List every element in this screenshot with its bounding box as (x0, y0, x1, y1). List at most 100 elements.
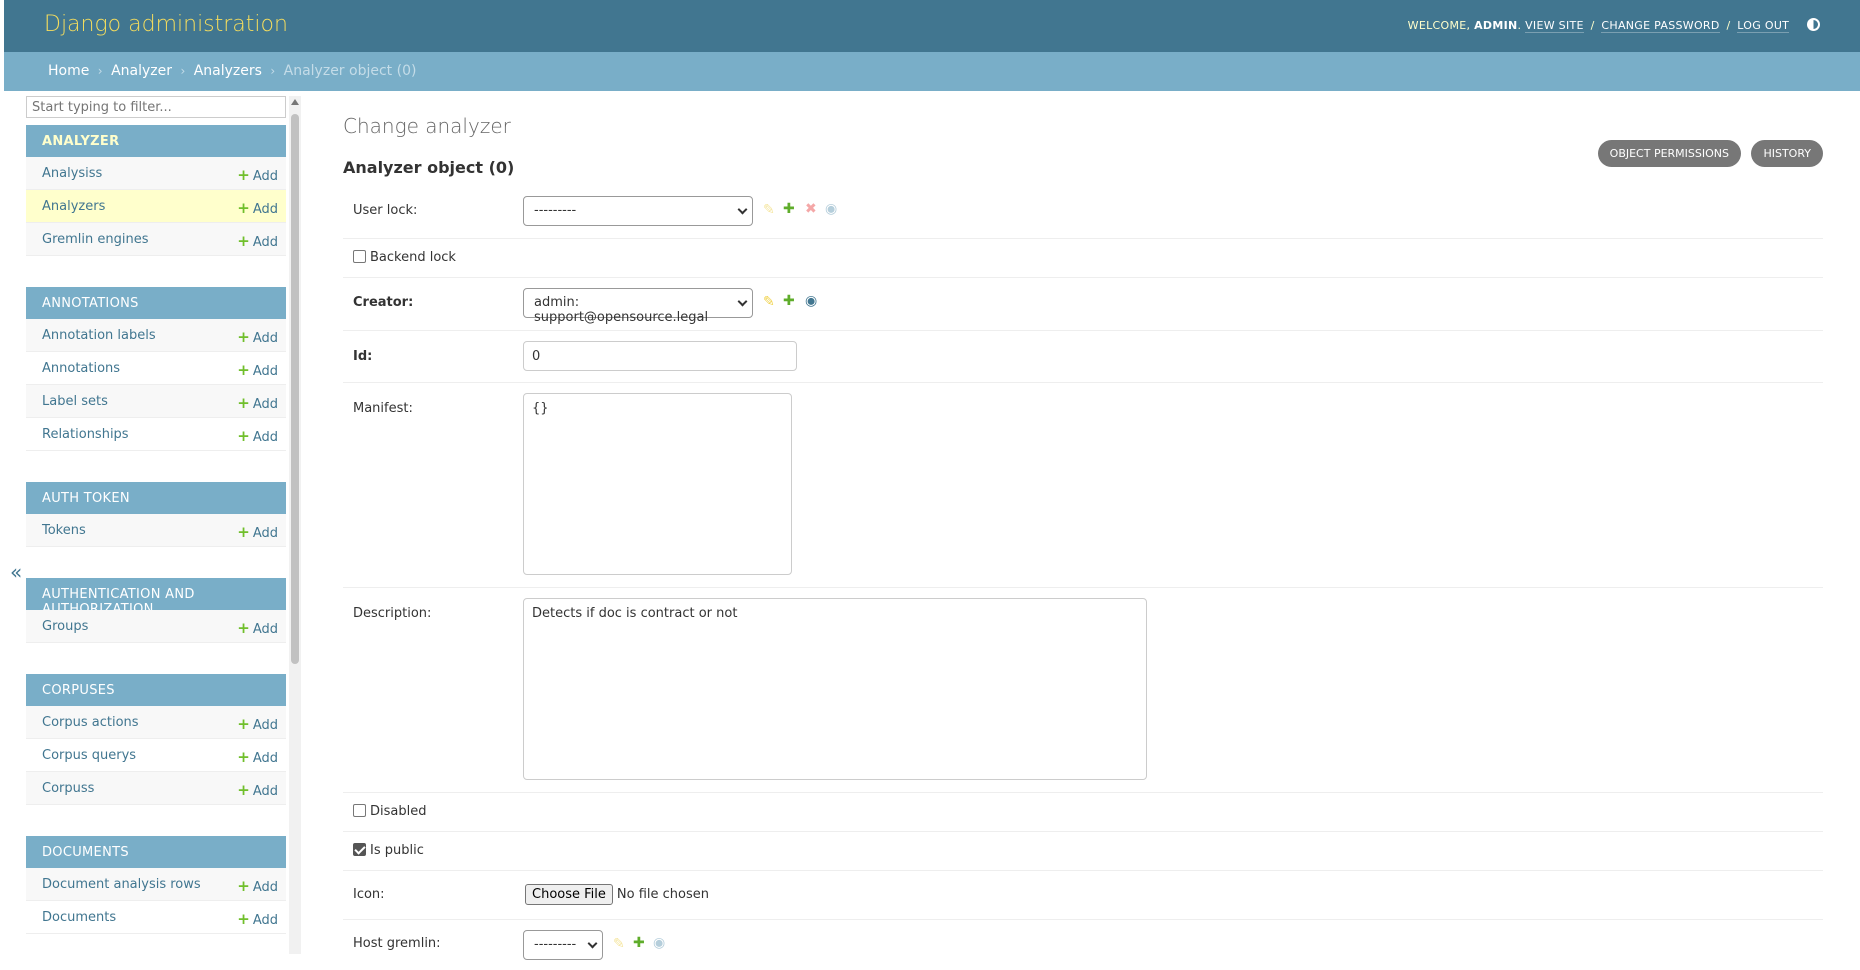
add-link[interactable]: + Add (237, 427, 278, 445)
disabled-row: Disabled (353, 804, 426, 819)
id-input[interactable]: 0 (523, 341, 797, 371)
sidebar-item-link[interactable]: Document analysis rows (42, 877, 201, 892)
sidebar-item-link[interactable]: Corpus querys (42, 748, 136, 763)
no-file-text: No file chosen (616, 887, 709, 902)
sidebar-item-link[interactable]: Tokens (42, 523, 86, 538)
backend-lock-label: Backend lock (370, 250, 456, 265)
scrollbar-thumb[interactable] (291, 114, 299, 664)
sidebar-item-link[interactable]: Analyzers (42, 199, 105, 214)
field-backend-lock: Backend lock (343, 239, 1823, 278)
is-public-label: Is public (370, 843, 424, 858)
add-icon[interactable]: ✚ (633, 935, 645, 951)
icon-label: Icon: (353, 887, 385, 902)
module-header[interactable]: ANNOTATIONS (26, 287, 286, 319)
add-icon[interactable]: ✚ (783, 293, 795, 309)
plus-icon: + (237, 748, 250, 766)
id-label: Id: (353, 349, 373, 364)
field-icon: Icon: Choose File No file chosen (343, 871, 1823, 920)
sidebar-item-document-analysis-rows: Document analysis rows + Add (26, 868, 286, 901)
add-link[interactable]: + Add (237, 361, 278, 379)
sidebar-item-link[interactable]: Annotation labels (42, 328, 156, 343)
add-label: Add (252, 751, 278, 766)
breadcrumb-home[interactable]: Home (48, 63, 89, 79)
user-tools: WELCOME, ADMIN. VIEW SITE / CHANGE PASSW… (1407, 18, 1820, 33)
sidebar-item-analyzers: Analyzers + Add (26, 190, 286, 223)
disabled-checkbox[interactable] (353, 804, 366, 817)
add-link[interactable]: + Add (237, 199, 278, 217)
sidebar-item-link[interactable]: Gremlin engines (42, 232, 149, 247)
sidebar-scrollbar[interactable] (289, 96, 301, 954)
add-link[interactable]: + Add (237, 328, 278, 346)
sidebar-item-link[interactable]: Groups (42, 619, 88, 634)
log-out-link[interactable]: LOG OUT (1737, 19, 1790, 33)
manifest-label: Manifest: (353, 401, 413, 416)
breadcrumb-model[interactable]: Analyzers (194, 63, 262, 79)
page-title: Change analyzer (343, 114, 511, 138)
history-button[interactable]: HISTORY (1751, 140, 1823, 167)
add-link[interactable]: + Add (237, 877, 278, 895)
sidebar-item-link[interactable]: Annotations (42, 361, 120, 376)
add-link[interactable]: + Add (237, 232, 278, 250)
sidebar-item-link[interactable]: Label sets (42, 394, 108, 409)
creator-value: admin: support@opensource.legal (534, 295, 709, 325)
change-password-link[interactable]: CHANGE PASSWORD (1601, 19, 1720, 33)
module-header[interactable]: ANALYZER (26, 125, 286, 157)
add-link[interactable]: + Add (237, 619, 278, 637)
plus-icon: + (237, 781, 250, 799)
sidebar-item-link[interactable]: Corpus actions (42, 715, 139, 730)
backend-lock-checkbox[interactable] (353, 250, 366, 263)
theme-toggle-icon[interactable] (1807, 18, 1820, 31)
plus-icon: + (237, 166, 250, 184)
sidebar-item-link[interactable]: Analysiss (42, 166, 102, 181)
object-permissions-button[interactable]: OBJECT PERMISSIONS (1597, 140, 1741, 167)
add-link[interactable]: + Add (237, 166, 278, 184)
sidebar-collapse-button[interactable]: « (10, 560, 22, 584)
add-link[interactable]: + Add (237, 715, 278, 733)
add-label: Add (252, 913, 278, 928)
separator: / (1726, 19, 1731, 32)
creator-select[interactable]: admin: support@opensource.legal (523, 288, 753, 325)
user-lock-select[interactable]: --------- (523, 196, 753, 226)
sidebar-item-corpuss: Corpuss + Add (26, 772, 286, 805)
module-header[interactable]: AUTH TOKEN (26, 482, 286, 514)
sidebar-item-link[interactable]: Documents (42, 910, 116, 925)
manifest-textarea[interactable]: {} (523, 393, 792, 575)
add-link[interactable]: + Add (237, 910, 278, 928)
change-form: User lock: --------- ✎ ✚ ✖ ◉ Backend loc… (343, 186, 1823, 970)
breadcrumb-current: Analyzer object (0) (283, 63, 417, 79)
module-header[interactable]: DOCUMENTS (26, 836, 286, 868)
field-host-gremlin: Host gremlin: --------- ✎ ✚ ◉ (343, 920, 1823, 970)
sidebar-item-link[interactable]: Relationships (42, 427, 129, 442)
module-header[interactable]: AUTHENTICATION AND AUTHORIZATION (26, 578, 286, 617)
nav-filter-input[interactable] (26, 96, 286, 118)
breadcrumb-arrow: › (97, 64, 103, 78)
module-documents: DOCUMENTS Document analysis rows + Add Docum… (26, 836, 286, 934)
is-public-checkbox[interactable] (353, 843, 366, 856)
host-gremlin-select[interactable]: --------- (523, 930, 603, 960)
chevron-down-icon (737, 204, 748, 215)
view-icon[interactable]: ◉ (805, 293, 817, 309)
module-header[interactable]: CORPUSES (26, 674, 286, 706)
welcome-text: WELCOME, (1407, 19, 1471, 32)
sidebar-item-link[interactable]: Corpuss (42, 781, 94, 796)
add-link[interactable]: + Add (237, 394, 278, 412)
add-link[interactable]: + Add (237, 781, 278, 799)
description-textarea[interactable]: Detects if doc is contract or not (523, 598, 1147, 780)
backend-lock-row: Backend lock (353, 250, 456, 265)
scroll-up-icon[interactable] (291, 99, 299, 105)
host-gremlin-label: Host gremlin: (353, 936, 441, 951)
add-link[interactable]: + Add (237, 523, 278, 541)
site-brand[interactable]: Django administration (44, 12, 288, 37)
choose-file-button[interactable]: Choose File (525, 884, 613, 905)
add-icon[interactable]: ✚ (783, 201, 795, 217)
field-disabled: Disabled (343, 793, 1823, 832)
add-label: Add (252, 331, 278, 346)
sidebar-item-groups: Groups + Add (26, 610, 286, 643)
pencil-icon[interactable]: ✎ (763, 294, 775, 310)
breadcrumb-app[interactable]: Analyzer (111, 63, 172, 79)
pencil-icon: ✎ (763, 202, 775, 218)
add-label: Add (252, 169, 278, 184)
add-link[interactable]: + Add (237, 748, 278, 766)
view-site-link[interactable]: VIEW SITE (1525, 19, 1584, 33)
add-label: Add (252, 202, 278, 217)
